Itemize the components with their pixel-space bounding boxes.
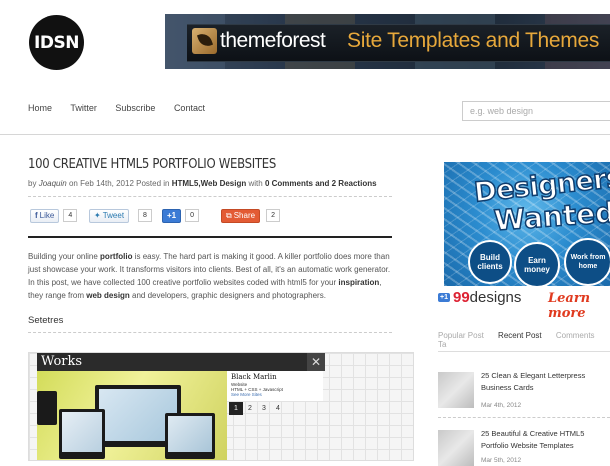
sidebar-tabs: Popular Post Recent Post Comments Ta bbox=[438, 331, 610, 349]
meta-author[interactable]: Joaquin bbox=[39, 179, 67, 188]
project-link: See More Sites bbox=[231, 392, 262, 397]
entry-divider bbox=[28, 332, 392, 333]
site-logo[interactable]: IDSN bbox=[29, 15, 84, 70]
plusone-label: +1 bbox=[162, 208, 182, 223]
ad-badge-work: Work from home bbox=[564, 238, 610, 286]
share-count: 2 bbox=[266, 209, 280, 222]
portfolio-screenshot[interactable]: Works ✕ Black Marlin Website HTML + CSS … bbox=[28, 352, 414, 461]
plusone-button[interactable]: +1 0 bbox=[162, 208, 200, 223]
share-label: Share bbox=[233, 211, 256, 220]
post-meta: by Joaquin on Feb 14th, 2012 Posted in H… bbox=[28, 179, 377, 188]
facebook-icon: f bbox=[35, 211, 38, 220]
meta-categories[interactable]: HTML5,Web Design bbox=[172, 179, 247, 188]
plusone-badge: +1 bbox=[438, 293, 450, 302]
recent-post-date-1: Mar 4th, 2012 bbox=[481, 402, 522, 409]
brand-word: designs bbox=[469, 289, 522, 306]
search-input[interactable]: e.g. web design bbox=[462, 101, 610, 121]
meta-date: on Feb 14th, 2012 Posted in bbox=[68, 179, 170, 188]
99designs-logo[interactable]: +1 99 designs bbox=[438, 289, 521, 306]
page-3: 3 bbox=[262, 405, 266, 412]
project-card: Black Marlin Website HTML + CSS + Javasc… bbox=[227, 371, 323, 401]
entry-heading[interactable]: Setetres bbox=[28, 315, 63, 326]
post-intro: Building your online portfolio is easy. … bbox=[28, 252, 391, 300]
header-divider bbox=[0, 134, 610, 135]
works-title: Works bbox=[41, 354, 83, 369]
page-4: 4 bbox=[276, 405, 280, 412]
share-button[interactable]: ⧉ Share 2 bbox=[221, 208, 280, 223]
tweet-button[interactable]: ✦ Tweet 8 bbox=[89, 208, 152, 223]
logo-text: IDSN bbox=[34, 32, 79, 53]
meta-by: by bbox=[28, 179, 37, 188]
link-portfolio[interactable]: portfolio bbox=[100, 252, 132, 261]
main-nav: Home Twitter Subscribe Contact bbox=[28, 103, 221, 113]
like-count: 4 bbox=[63, 209, 78, 222]
meta-comments[interactable]: 0 Comments and 2 Reactions bbox=[265, 179, 377, 188]
brand-number: 99 bbox=[452, 289, 470, 306]
page-1: 1 bbox=[229, 402, 243, 415]
screenshot-pager: 1 2 3 4 bbox=[229, 402, 285, 415]
tweet-count: 8 bbox=[138, 209, 152, 222]
close-icon: ✕ bbox=[307, 353, 325, 371]
tab-popular-post[interactable]: Popular Post bbox=[438, 331, 484, 340]
themeforest-banner-ad[interactable]: themeforest Site Templates and Themes bbox=[165, 14, 610, 69]
nav-home[interactable]: Home bbox=[28, 103, 52, 113]
twitter-bird-icon: ✦ bbox=[94, 211, 101, 220]
meta-with: with bbox=[248, 179, 263, 188]
tweet-label: Tweet bbox=[102, 211, 125, 220]
like-label: Like bbox=[39, 211, 55, 220]
ad-badge-build: Build clients bbox=[468, 240, 512, 284]
recent-post-title-2[interactable]: 25 Beautiful & Creative HTML5 Portfolio … bbox=[481, 428, 610, 452]
post-title[interactable]: 100 Creative HTML5 Portfolio Websites bbox=[28, 157, 276, 172]
banner-tagline: Site Templates and Themes bbox=[347, 29, 600, 52]
recent-post-divider bbox=[438, 417, 610, 418]
tab-comments[interactable]: Comments bbox=[556, 331, 595, 340]
nav-contact[interactable]: Contact bbox=[174, 103, 205, 113]
ad-badge-earn: Earn money bbox=[514, 242, 560, 286]
works-header: Works ✕ bbox=[37, 353, 325, 371]
meta-divider bbox=[28, 196, 392, 197]
share-icon: ⧉ bbox=[226, 210, 232, 220]
link-web-design[interactable]: web design bbox=[86, 291, 130, 300]
sidebar-tabs-divider bbox=[438, 351, 610, 352]
project-title: Black Marlin bbox=[231, 373, 277, 381]
tab-recent-post[interactable]: Recent Post bbox=[498, 331, 542, 340]
content-divider bbox=[28, 236, 392, 238]
link-inspiration[interactable]: inspiration bbox=[338, 278, 379, 287]
device-mockup-image bbox=[37, 371, 227, 460]
tab-tags[interactable]: Ta bbox=[438, 340, 446, 349]
page-2: 2 bbox=[248, 405, 252, 412]
recent-post-title-1[interactable]: 25 Clean & Elegant Letterpress Business … bbox=[481, 370, 610, 394]
themeforest-leaf-icon bbox=[192, 28, 217, 54]
nav-subscribe[interactable]: Subscribe bbox=[115, 103, 155, 113]
plusone-count: 0 bbox=[185, 209, 200, 222]
facebook-like[interactable]: f Like 4 bbox=[30, 208, 78, 223]
banner-brand: themeforest bbox=[220, 29, 326, 52]
designers-wanted-ad[interactable]: Designers Wanted Build clients Earn mone… bbox=[444, 162, 610, 286]
nav-twitter[interactable]: Twitter bbox=[70, 103, 97, 113]
learn-more-link[interactable]: Learn more bbox=[548, 291, 610, 321]
post-thumbnail-1[interactable] bbox=[438, 372, 474, 408]
